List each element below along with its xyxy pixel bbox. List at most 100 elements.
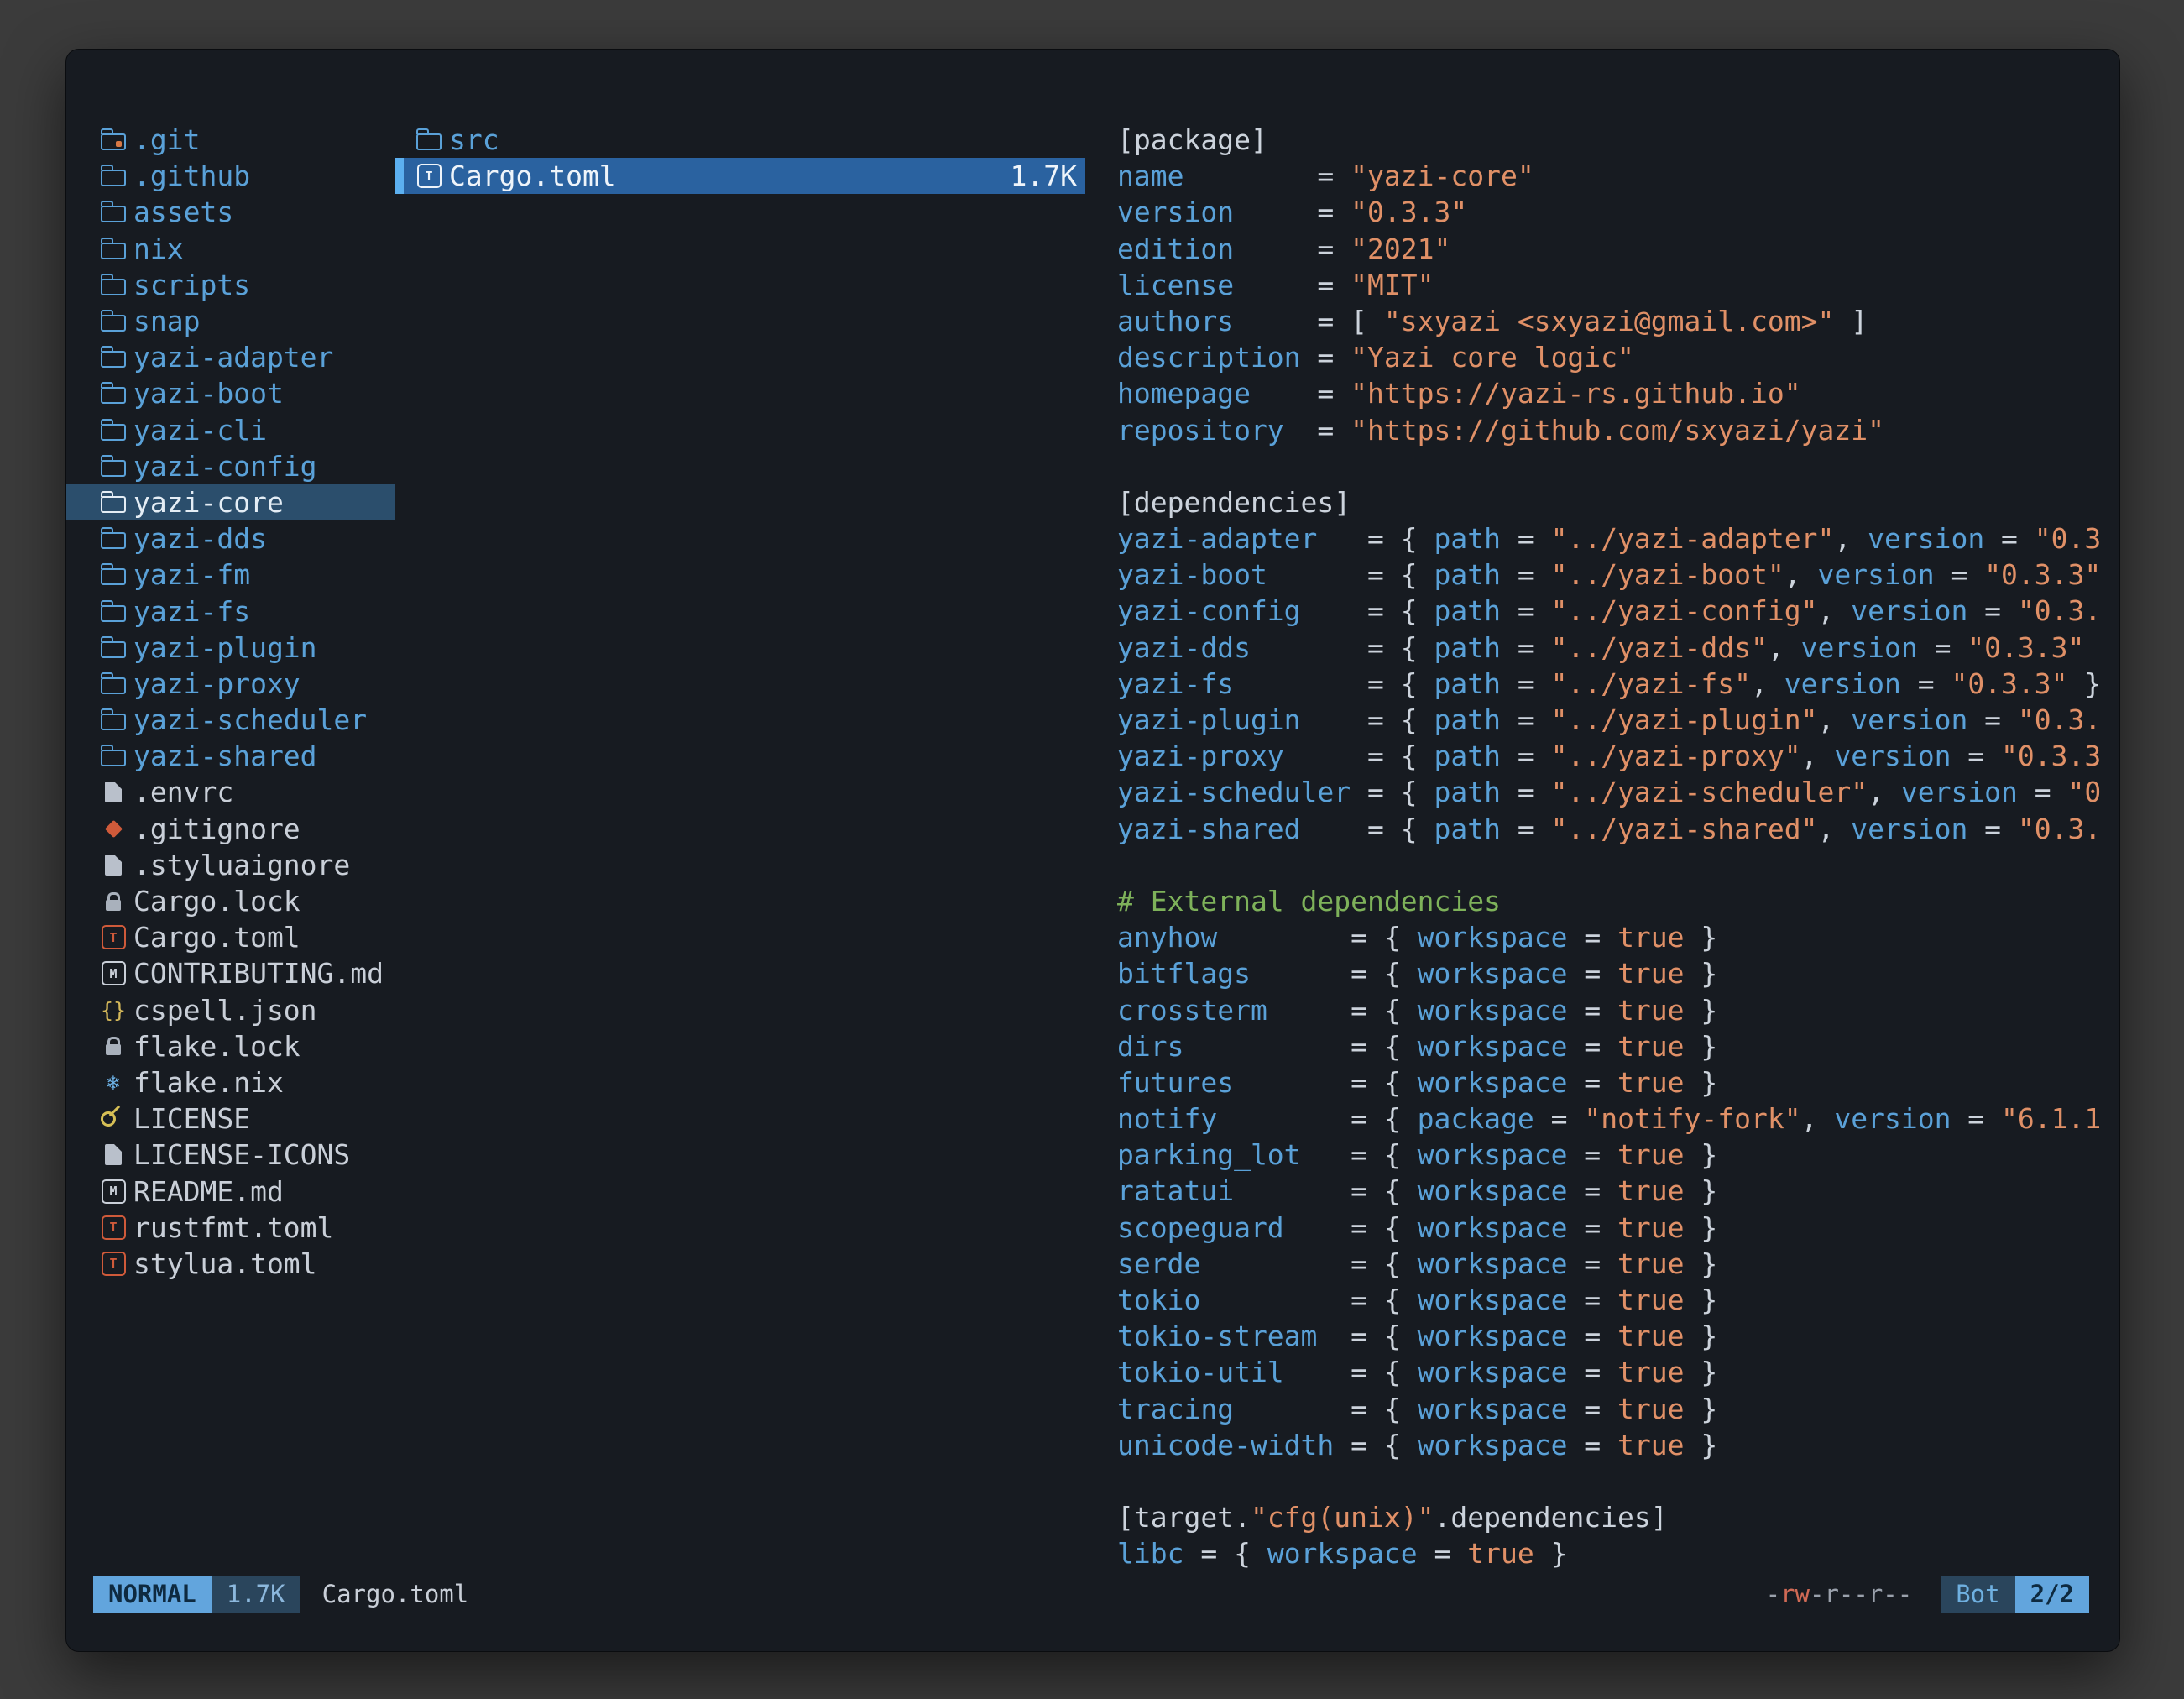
parent-dir-entry[interactable]: TCargo.toml (93, 919, 395, 955)
entry-label: cspell.json (133, 994, 317, 1027)
parent-dir-entry[interactable]: nix (93, 231, 395, 267)
preview-line: futures = { workspace = true } (1117, 1064, 2119, 1100)
current-dir-entry[interactable]: src (395, 122, 1085, 158)
folder-icon (93, 311, 133, 332)
entry-label: yazi-shared (133, 740, 317, 772)
preview-line: yazi-plugin = { path = "../yazi-plugin",… (1117, 702, 2119, 738)
toml-icon: T (409, 164, 449, 188)
file-icon (93, 782, 133, 802)
parent-dir-entry[interactable]: yazi-fs (93, 593, 395, 629)
parent-dir-entry[interactable]: yazi-config (93, 448, 395, 484)
entry-label: yazi-core (133, 486, 284, 519)
entry-label: .gitignore (133, 813, 300, 845)
cursor-position-badge: 2/2 (2015, 1576, 2089, 1613)
preview-line: bitflags = { workspace = true } (1117, 955, 2119, 991)
parent-dir-entry[interactable]: {}cspell.json (93, 992, 395, 1028)
entry-label: README.md (133, 1175, 284, 1208)
entry-label: yazi-proxy (133, 667, 300, 700)
preview-line: # External dependencies (1117, 883, 2119, 919)
parent-dir-entry[interactable]: ❄flake.nix (93, 1064, 395, 1100)
scroll-position-badge: Bot (1941, 1576, 2014, 1613)
folder-icon (93, 347, 133, 368)
parent-dir-entry[interactable]: flake.lock (93, 1028, 395, 1064)
folder-icon (93, 420, 133, 441)
preview-line: yazi-proxy = { path = "../yazi-proxy", v… (1117, 738, 2119, 774)
git-folder-icon (93, 129, 133, 150)
preview-line: yazi-shared = { path = "../yazi-shared",… (1117, 811, 2119, 847)
current-directory-pane[interactable]: srcTCargo.toml1.7K (395, 122, 1117, 1576)
parent-dir-entry[interactable]: LICENSE-ICONS (93, 1137, 395, 1173)
entry-label: yazi-fs (133, 595, 250, 628)
entry-label: CONTRIBUTING.md (133, 957, 384, 990)
folder-icon (93, 709, 133, 730)
file-icon (93, 855, 133, 876)
preview-line: [package] (1117, 122, 2119, 158)
entry-label: LICENSE-ICONS (133, 1138, 350, 1171)
preview-line: yazi-config = { path = "../yazi-config",… (1117, 593, 2119, 629)
parent-dir-entry[interactable]: .envrc (93, 774, 395, 810)
folder-icon (93, 528, 133, 549)
entry-label: Cargo.toml (449, 159, 616, 192)
preview-line: yazi-boot = { path = "../yazi-boot", ver… (1117, 557, 2119, 593)
entry-label: .git (133, 123, 200, 156)
folder-icon (93, 637, 133, 658)
preview-line (1117, 1463, 2119, 1499)
parent-dir-entry[interactable]: yazi-boot (93, 375, 395, 411)
entry-label: yazi-plugin (133, 631, 317, 664)
parent-dir-entry[interactable]: yazi-dds (93, 520, 395, 557)
entry-label: src (449, 123, 499, 156)
parent-dir-entry[interactable]: Trustfmt.toml (93, 1210, 395, 1246)
parent-dir-entry[interactable]: assets (93, 194, 395, 230)
status-bar: NORMAL 1.7K Cargo.toml -rw-r--r-- Bot 2/… (93, 1576, 2089, 1613)
preview-line: license = "MIT" (1117, 267, 2119, 303)
folder-icon (93, 492, 133, 513)
entry-label: scripts (133, 269, 250, 301)
parent-dir-entry[interactable]: LICENSE (93, 1100, 395, 1137)
toml-icon: T (93, 925, 133, 949)
entry-label: yazi-dds (133, 522, 267, 555)
entry-label: yazi-fm (133, 558, 250, 591)
parent-dir-entry[interactable]: yazi-fm (93, 557, 395, 593)
entry-label: flake.nix (133, 1066, 284, 1099)
parent-dir-entry[interactable]: yazi-core (66, 484, 395, 520)
parent-directory-pane[interactable]: .git.githubassetsnixscriptssnapyazi-adap… (66, 122, 395, 1576)
preview-line: yazi-dds = { path = "../yazi-dds", versi… (1117, 630, 2119, 666)
gitignore-icon (93, 823, 133, 835)
markdown-icon: M (93, 961, 133, 985)
preview-line: notify = { package = "notify-fork", vers… (1117, 1100, 2119, 1137)
preview-line: scopeguard = { workspace = true } (1117, 1210, 2119, 1246)
file-preview-pane[interactable]: [package]name = "yazi-core"version = "0.… (1117, 122, 2119, 1576)
parent-dir-entry[interactable]: yazi-scheduler (93, 702, 395, 738)
current-dir-entry[interactable]: TCargo.toml1.7K (395, 158, 1085, 194)
parent-dir-entry[interactable]: yazi-shared (93, 738, 395, 774)
status-filename: Cargo.toml (322, 1580, 469, 1608)
entry-label: yazi-adapter (133, 341, 333, 374)
preview-line: tokio = { workspace = true } (1117, 1282, 2119, 1318)
parent-dir-entry[interactable]: MREADME.md (93, 1173, 395, 1209)
parent-dir-entry[interactable]: .github (93, 158, 395, 194)
parent-dir-entry[interactable]: yazi-cli (93, 412, 395, 448)
parent-dir-entry[interactable]: yazi-plugin (93, 630, 395, 666)
parent-dir-entry[interactable]: .git (93, 122, 395, 158)
toml-icon: T (93, 1252, 133, 1276)
parent-dir-entry[interactable]: yazi-proxy (93, 666, 395, 702)
entry-label: .github (133, 159, 250, 192)
preview-line: yazi-adapter = { path = "../yazi-adapter… (1117, 520, 2119, 557)
file-size-badge: 1.7K (212, 1576, 300, 1613)
preview-line: ratatui = { workspace = true } (1117, 1173, 2119, 1209)
parent-dir-entry[interactable]: scripts (93, 267, 395, 303)
entry-label: flake.lock (133, 1030, 300, 1063)
parent-dir-entry[interactable]: .gitignore (93, 811, 395, 847)
parent-dir-entry[interactable]: yazi-adapter (93, 339, 395, 375)
parent-dir-entry[interactable]: .styluaignore (93, 847, 395, 883)
parent-dir-entry[interactable]: snap (93, 303, 395, 339)
preview-line: yazi-fs = { path = "../yazi-fs", version… (1117, 666, 2119, 702)
terminal-window: .git.githubassetsnixscriptssnapyazi-adap… (65, 49, 2120, 1652)
parent-dir-entry[interactable]: Tstylua.toml (93, 1246, 395, 1282)
parent-dir-entry[interactable]: MCONTRIBUTING.md (93, 955, 395, 991)
folder-icon (93, 673, 133, 694)
file-icon (93, 1144, 133, 1165)
entry-label: Cargo.toml (133, 921, 300, 954)
parent-dir-entry[interactable]: Cargo.lock (93, 883, 395, 919)
json-icon: {} (93, 1000, 133, 1021)
